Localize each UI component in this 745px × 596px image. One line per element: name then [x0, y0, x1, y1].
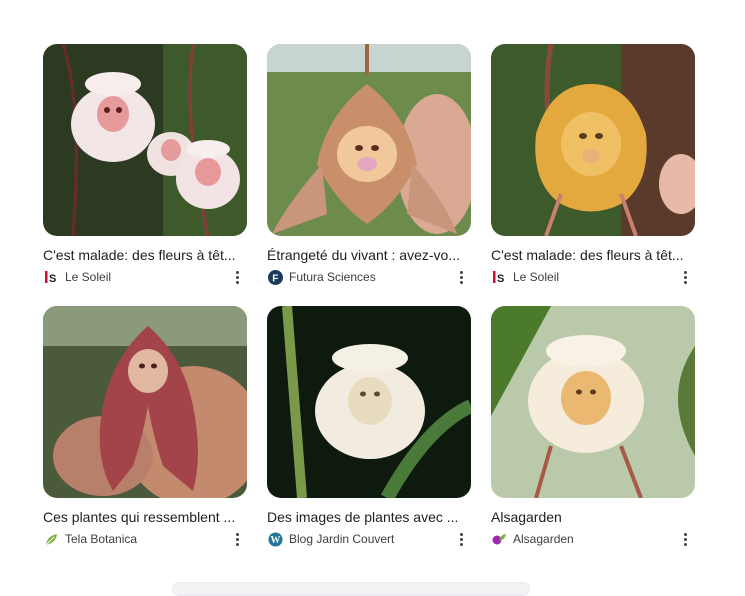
- more-options-icon[interactable]: [453, 529, 469, 549]
- source-name: Futura Sciences: [289, 270, 376, 284]
- orchid-photo-2: [267, 44, 471, 236]
- source-name: Le Soleil: [513, 270, 560, 284]
- result-card[interactable]: Des images de plantes avec ... W Blog Ja…: [267, 306, 471, 548]
- result-card[interactable]: Ces plantes qui ressemblent ... Tela Bot…: [43, 306, 247, 548]
- result-title[interactable]: Des images de plantes avec ...: [267, 508, 467, 526]
- source-name: Tela Botanica: [65, 532, 138, 546]
- result-card[interactable]: Étrangeté du vivant : avez-vo... F Futur…: [267, 44, 471, 286]
- result-title[interactable]: Ces plantes qui ressemblent ...: [43, 508, 243, 526]
- source-name: Le Soleil: [65, 270, 112, 284]
- result-image[interactable]: [267, 44, 471, 236]
- orchid-photo-1: [43, 44, 247, 236]
- more-options-icon[interactable]: [677, 267, 693, 287]
- orchid-photo-5: [267, 306, 471, 498]
- result-card[interactable]: C'est malade: des fleurs à têt... S Le S…: [491, 44, 695, 286]
- result-image[interactable]: [491, 44, 695, 236]
- result-image[interactable]: [43, 44, 247, 236]
- more-options-icon[interactable]: [453, 267, 469, 287]
- more-options-icon[interactable]: [229, 267, 245, 287]
- source-name: Alsagarden: [513, 532, 574, 546]
- futura-sciences-icon: F: [267, 269, 283, 285]
- more-options-icon[interactable]: [229, 529, 245, 549]
- source-row[interactable]: S Le Soleil: [43, 268, 247, 286]
- result-image[interactable]: [491, 306, 695, 498]
- more-results-bar[interactable]: [172, 582, 530, 596]
- alsagarden-icon: [491, 531, 507, 547]
- svg-text:W: W: [270, 535, 280, 546]
- le-soleil-icon: S: [491, 269, 507, 285]
- result-title[interactable]: C'est malade: des fleurs à têt...: [43, 246, 243, 264]
- more-options-icon[interactable]: [677, 529, 693, 549]
- svg-text:F: F: [272, 273, 278, 284]
- orchid-photo-6: [491, 306, 695, 498]
- result-image[interactable]: [43, 306, 247, 498]
- svg-text:S: S: [497, 273, 504, 284]
- result-image[interactable]: [267, 306, 471, 498]
- source-row[interactable]: Alsagarden: [491, 530, 695, 548]
- result-title[interactable]: Alsagarden: [491, 508, 691, 526]
- source-row[interactable]: S Le Soleil: [491, 268, 695, 286]
- result-card[interactable]: C'est malade: des fleurs à têt... S Le S…: [43, 44, 247, 286]
- source-row[interactable]: Tela Botanica: [43, 530, 247, 548]
- orchid-photo-4: [43, 306, 247, 498]
- source-row[interactable]: F Futura Sciences: [267, 268, 471, 286]
- le-soleil-icon: S: [43, 269, 59, 285]
- result-card[interactable]: Alsagarden Alsagarden: [491, 306, 695, 548]
- svg-text:S: S: [49, 273, 56, 284]
- orchid-photo-3: [491, 44, 695, 236]
- result-title[interactable]: C'est malade: des fleurs à têt...: [491, 246, 691, 264]
- source-row[interactable]: W Blog Jardin Couvert: [267, 530, 471, 548]
- tela-botanica-icon: [43, 531, 59, 547]
- wordpress-icon: W: [267, 531, 283, 547]
- result-title[interactable]: Étrangeté du vivant : avez-vo...: [267, 246, 467, 264]
- source-name: Blog Jardin Couvert: [289, 532, 395, 546]
